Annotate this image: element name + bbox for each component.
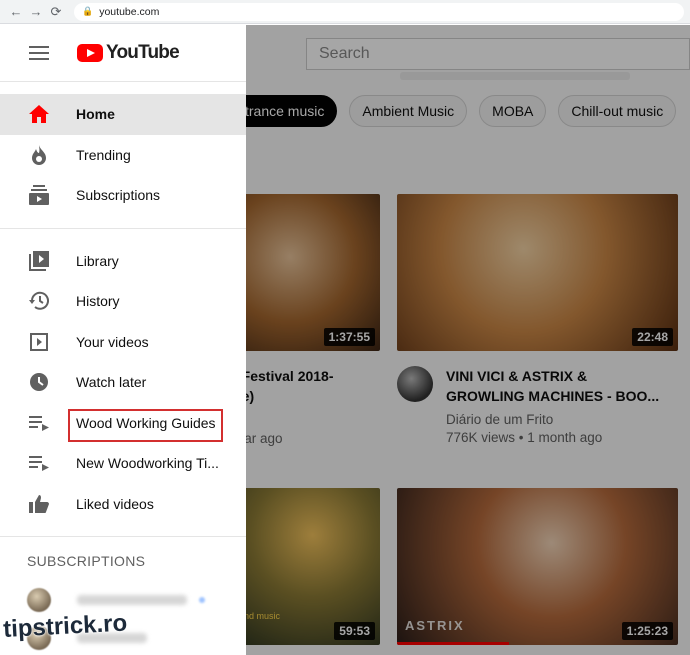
annotation-highlight-box — [68, 408, 223, 442]
library-icon — [28, 250, 50, 272]
sidebar-section-library: Library History Your videos Watch later … — [0, 229, 246, 537]
youtube-logo[interactable]: YouTube — [77, 42, 180, 64]
sidebar-item-label: History — [76, 293, 120, 310]
blurred-channel-name — [77, 595, 187, 605]
menu-icon[interactable] — [29, 46, 49, 60]
live-indicator-icon — [199, 597, 205, 603]
youtube-play-icon — [77, 44, 103, 62]
thumbs-up-icon — [28, 493, 50, 515]
sidebar-header: YouTube — [0, 25, 246, 82]
home-icon — [28, 103, 50, 125]
sidebar-item-library[interactable]: Library — [0, 241, 246, 282]
sidebar-item-label: New Woodworking Ti... — [76, 455, 219, 472]
sidebar-item-home[interactable]: Home — [0, 94, 246, 135]
sidebar-section-primary: Home Trending Subscriptions — [0, 82, 246, 229]
sidebar-item-label: Your videos — [76, 333, 149, 350]
sidebar-item-label: Liked videos — [76, 495, 154, 512]
address-bar[interactable]: 🔒 youtube.com — [74, 2, 684, 21]
flame-icon — [28, 144, 50, 166]
subscriptions-icon — [28, 184, 50, 206]
your-videos-icon — [28, 331, 50, 353]
sidebar-item-watch-later[interactable]: Watch later — [0, 362, 246, 403]
playlist-icon — [28, 412, 50, 434]
sidebar-item-label: Watch later — [76, 374, 147, 391]
lock-icon: 🔒 — [82, 6, 94, 16]
page-scrim[interactable] — [246, 25, 690, 655]
sidebar-item-new-woodworking[interactable]: New Woodworking Ti... — [0, 443, 246, 484]
clock-icon — [28, 371, 50, 393]
back-icon[interactable]: ← — [6, 2, 26, 22]
subscriptions-heading: SUBSCRIPTIONS — [27, 553, 146, 569]
logo-text: YouTube — [106, 42, 180, 63]
sidebar-item-label: Trending — [76, 146, 131, 163]
url-text: youtube.com — [99, 5, 160, 18]
sidebar-item-history[interactable]: History — [0, 281, 246, 322]
sidebar-item-your-videos[interactable]: Your videos — [0, 322, 246, 363]
sidebar-item-label: Home — [76, 106, 115, 123]
guide-sidebar: YouTube Home Trending Subscriptions Libr… — [0, 25, 246, 655]
sidebar-item-subscriptions[interactable]: Subscriptions — [0, 175, 246, 216]
reload-icon[interactable]: ⟳ — [46, 2, 66, 22]
sidebar-item-trending[interactable]: Trending — [0, 135, 246, 176]
channel-avatar — [27, 588, 51, 612]
sidebar-item-label: Subscriptions — [76, 187, 161, 204]
forward-icon[interactable]: → — [26, 2, 46, 22]
sidebar-item-label: Library — [76, 252, 119, 269]
history-icon — [28, 290, 50, 312]
sidebar-item-wood-working-guides[interactable]: Wood Working Guides — [0, 403, 246, 444]
browser-toolbar: ← → ⟳ 🔒 youtube.com — [0, 0, 690, 24]
sidebar-item-liked-videos[interactable]: Liked videos — [0, 484, 246, 525]
playlist-icon — [28, 452, 50, 474]
